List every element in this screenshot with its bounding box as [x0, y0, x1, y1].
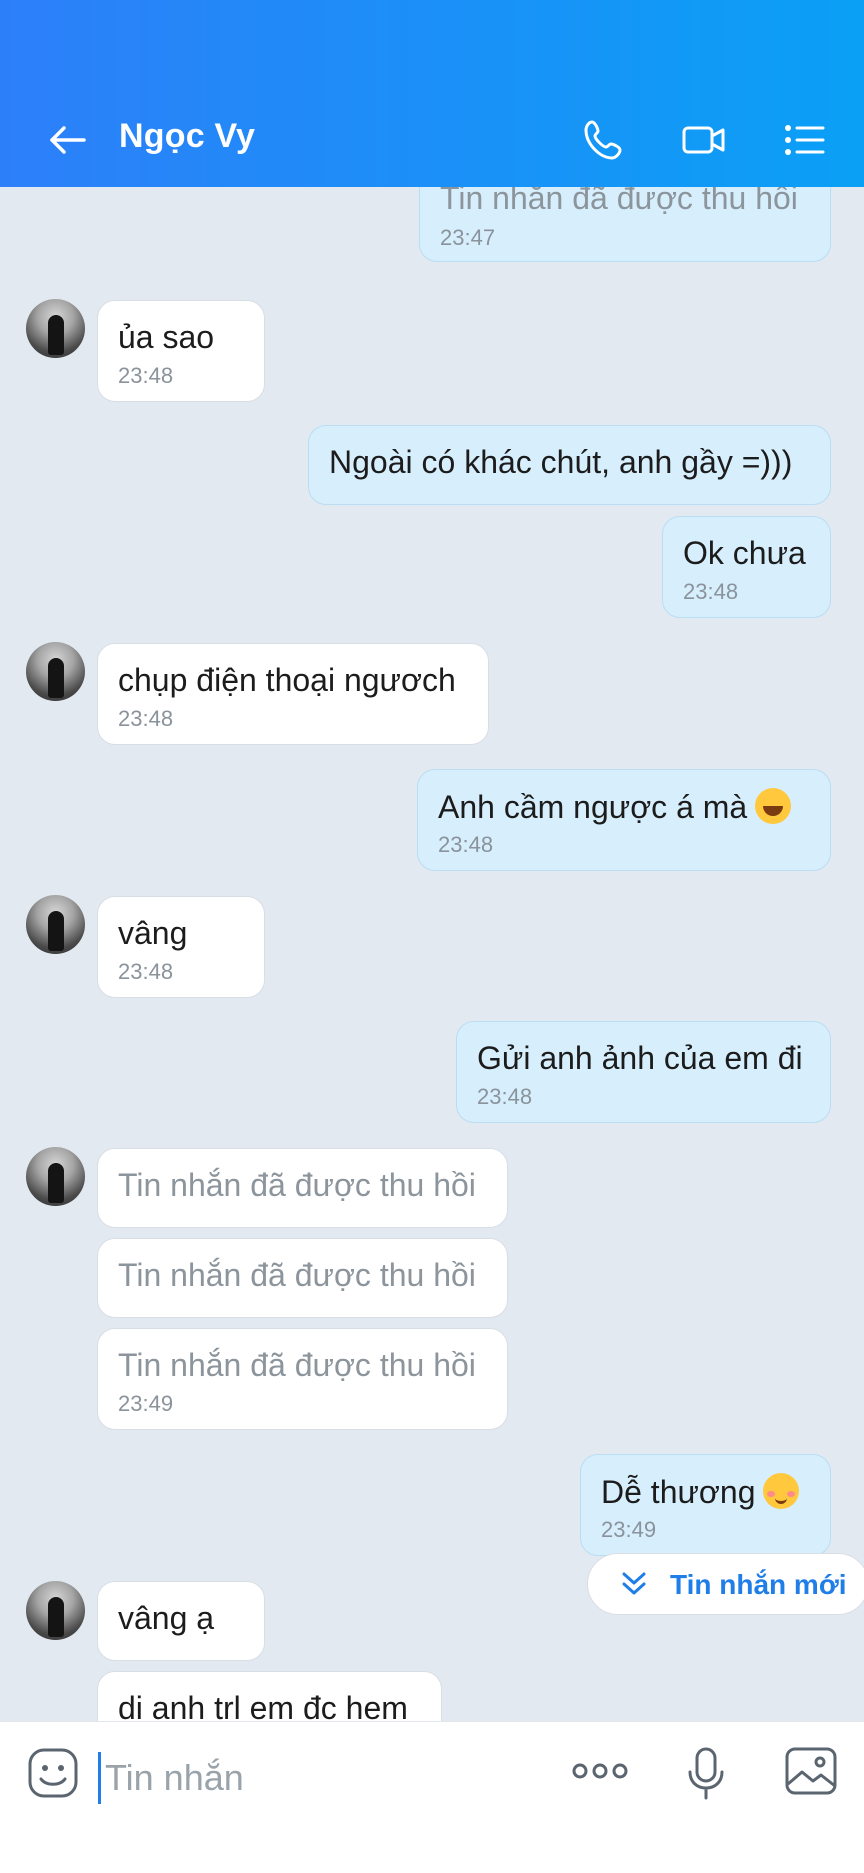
laughing-emoji-icon [755, 788, 792, 824]
message-text: di anh trl em đc hem [118, 1690, 408, 1721]
back-arrow-icon[interactable] [44, 116, 92, 164]
message-text: vâng [118, 915, 188, 951]
message-text: Tin nhắn đã được thu hồi [118, 1167, 476, 1203]
chat-header: Ngọc Vy [0, 0, 864, 187]
message-text: ủa sao [118, 319, 215, 355]
message-text: Dễ thương [601, 1473, 800, 1511]
message-text: Gửi anh ảnh của em đi [477, 1040, 803, 1076]
message-bubble[interactable]: di anh trl em đc hem [97, 1671, 442, 1721]
message-text: vâng ạ [118, 1600, 215, 1636]
blushing-emoji-icon [763, 1473, 800, 1509]
message-time: 23:48 [118, 706, 174, 731]
message-text: Tin nhắn đã được thu hồi [118, 1257, 476, 1293]
message-bubble[interactable]: chụp điện thoại ngươch 23:48 [97, 643, 489, 745]
double-chevron-down-icon [622, 1572, 646, 1595]
contact-name[interactable]: Ngọc Vy [119, 117, 255, 156]
message-bubble[interactable]: vâng 23:48 [97, 896, 265, 998]
message-list[interactable]: Tin nhắn đã được thu hồi 23:47 ủa sao 23… [0, 187, 864, 1721]
avatar[interactable] [26, 895, 85, 954]
message-time: 23:48 [438, 832, 494, 857]
message-time: 23:48 [683, 579, 739, 604]
message-time: 23:47 [440, 225, 496, 250]
message-bubble[interactable]: Ngoài có khác chút, anh gầy =))) [308, 425, 831, 505]
avatar[interactable] [26, 1147, 85, 1206]
new-message-label: Tin nhắn mới [670, 1569, 847, 1600]
avatar[interactable] [26, 299, 85, 358]
message-text: chụp điện thoại ngươch [118, 662, 456, 698]
message-time: 23:48 [118, 363, 174, 388]
message-time: 23:48 [477, 1084, 533, 1109]
sticker-icon[interactable] [26, 1746, 80, 1805]
message-time: 23:49 [118, 1391, 174, 1416]
new-message-button[interactable]: Tin nhắn mới [587, 1553, 864, 1615]
message-bubble[interactable]: Gửi anh ảnh của em đi 23:48 [456, 1021, 831, 1123]
message-text: Anh cầm ngược á mà [438, 788, 792, 826]
message-bubble[interactable]: vâng ạ [97, 1581, 265, 1661]
message-bubble[interactable]: Tin nhắn đã được thu hồi 23:49 [97, 1328, 508, 1430]
message-bubble[interactable]: Ok chưa 23:48 [662, 516, 831, 618]
message-bubble[interactable]: Anh cầm ngược á mà 23:48 [417, 769, 831, 871]
message-input[interactable] [98, 1752, 537, 1804]
message-bubble[interactable]: Tin nhắn đã được thu hồi 23:47 [419, 187, 831, 262]
message-text: Tin nhắn đã được thu hồi [440, 187, 798, 216]
more-dots-icon[interactable] [572, 1756, 628, 1791]
message-bubble[interactable]: Tin nhắn đã được thu hồi [97, 1238, 508, 1318]
image-icon[interactable] [784, 1746, 838, 1801]
microphone-icon[interactable] [686, 1746, 726, 1807]
video-camera-icon[interactable] [680, 116, 728, 164]
avatar[interactable] [26, 642, 85, 701]
message-time: 23:49 [601, 1517, 657, 1542]
avatar[interactable] [26, 1581, 85, 1640]
message-time: 23:48 [118, 959, 174, 984]
phone-icon[interactable] [580, 116, 628, 164]
message-bubble[interactable]: Dễ thương 23:49 [580, 1454, 831, 1556]
list-menu-icon[interactable] [780, 116, 828, 164]
message-text: Ok chưa [683, 535, 806, 571]
message-text: Ngoài có khác chút, anh gầy =))) [329, 444, 793, 480]
message-composer [0, 1721, 864, 1873]
message-bubble[interactable]: ủa sao 23:48 [97, 300, 265, 402]
message-text: Tin nhắn đã được thu hồi [118, 1347, 476, 1383]
message-bubble[interactable]: Tin nhắn đã được thu hồi [97, 1148, 508, 1228]
